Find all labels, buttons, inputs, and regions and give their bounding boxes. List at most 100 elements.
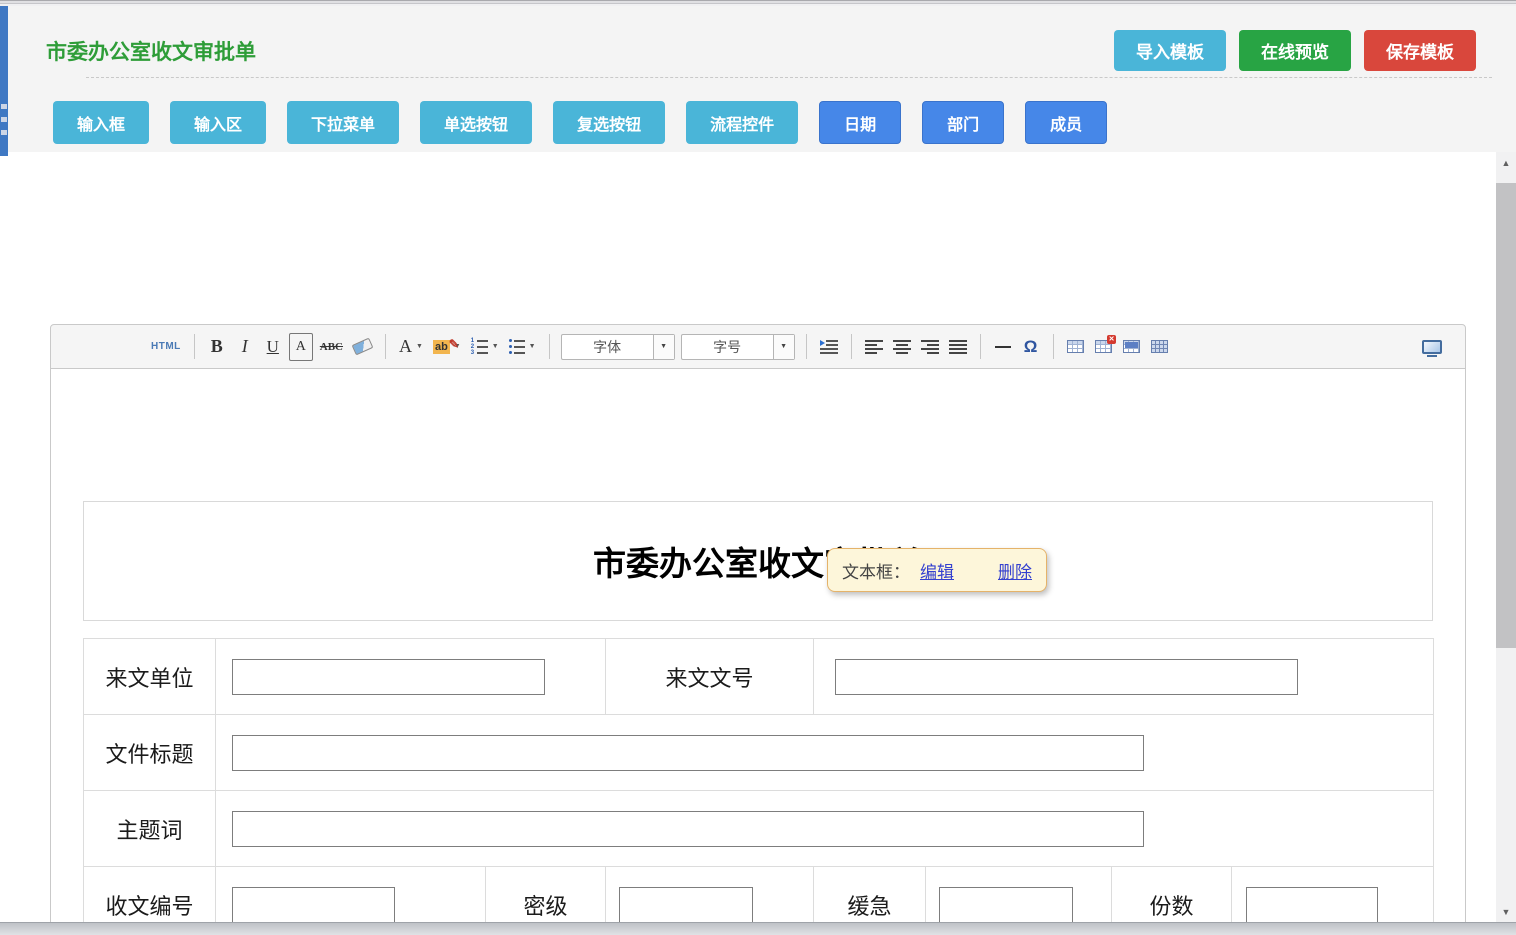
bold-button[interactable]: B (205, 333, 229, 361)
form-table: 来文单位 来文文号 文件标题 主题词 (83, 638, 1434, 935)
urgency-input[interactable] (939, 887, 1073, 923)
copies-input[interactable] (1246, 887, 1378, 923)
source-code-button[interactable]: HTML (148, 333, 184, 361)
toolbar-separator (851, 334, 852, 359)
align-center-button[interactable] (890, 333, 914, 361)
table-cells-button[interactable] (1148, 333, 1172, 361)
align-justify-button[interactable] (946, 333, 970, 361)
subject-words-input[interactable] (232, 811, 1144, 847)
fullscreen-button[interactable] (1419, 333, 1445, 361)
online-preview-button[interactable]: 在线预览 (1239, 30, 1351, 71)
tooltip-label: 文本框： (842, 558, 910, 583)
label-doc-number: 来文文号 (606, 639, 814, 715)
toolbar-separator (806, 334, 807, 359)
main-panel: HTML B I U A ABC A▼ ab▼ 123 ▼ ▼ (8, 152, 1516, 922)
insert-table-button[interactable] (1064, 333, 1088, 361)
label-source-unit: 来文单位 (84, 639, 216, 715)
source-unit-input[interactable] (232, 659, 545, 695)
font-family-label: 字体 (562, 335, 653, 359)
header: 市委办公室收文审批单 导入模板 在线预览 保存模板 输入框 输入区 下拉菜单 单… (8, 6, 1516, 152)
cell-doc-number (814, 639, 1434, 715)
strikethrough-button[interactable]: ABC (317, 333, 346, 361)
table-properties-button[interactable] (1120, 333, 1144, 361)
widget-button-flow-control[interactable]: 流程控件 (686, 101, 798, 144)
table-cells-icon (1151, 340, 1168, 353)
toolbar-separator (980, 334, 981, 359)
sliver-mark (1, 117, 7, 122)
table-row: 主题词 (84, 791, 1434, 867)
fullscreen-monitor-icon (1422, 340, 1442, 354)
underline-button[interactable]: U (261, 333, 285, 361)
cell-doc-title (216, 715, 1434, 791)
widget-button-member[interactable]: 成员 (1025, 101, 1107, 144)
form-title-box: 市委办公室收文审批单 (83, 501, 1433, 621)
page-title: 市委办公室收文审批单 (46, 36, 256, 66)
table-row: 来文单位 来文文号 (84, 639, 1434, 715)
indent-icon (820, 340, 838, 354)
font-color-icon: A (399, 336, 412, 357)
font-color-button[interactable]: A▼ (396, 333, 426, 361)
delete-link[interactable]: 删除 (998, 558, 1032, 583)
import-template-button[interactable]: 导入模板 (1114, 30, 1226, 71)
save-template-button[interactable]: 保存模板 (1364, 30, 1476, 71)
special-char-button[interactable]: Ω (1019, 333, 1043, 361)
chevron-down-icon: ▼ (773, 335, 794, 359)
highlight-color-icon: ab (433, 340, 450, 354)
widget-button-radio[interactable]: 单选按钮 (420, 101, 532, 144)
highlight-color-button[interactable]: ab▼ (430, 333, 464, 361)
remove-format-button[interactable] (350, 333, 375, 361)
widget-button-dropdown-menu[interactable]: 下拉菜单 (287, 101, 399, 144)
textbox-edit-tooltip: 文本框： 编辑 删除 (827, 548, 1047, 592)
font-size-label: 字号 (682, 335, 773, 359)
align-right-button[interactable] (918, 333, 942, 361)
widget-button-checkbox[interactable]: 复选按钮 (553, 101, 665, 144)
italic-button[interactable]: I (233, 333, 257, 361)
unordered-list-button[interactable]: ▼ (506, 333, 539, 361)
cell-source-unit (216, 639, 606, 715)
horizontal-rule-button[interactable] (991, 333, 1015, 361)
sliver-mark (1, 130, 7, 135)
doc-number-input[interactable] (835, 659, 1298, 695)
align-left-button[interactable] (862, 333, 886, 361)
label-subject-words: 主题词 (84, 791, 216, 867)
chevron-down-icon: ▼ (529, 343, 536, 350)
table-row: 文件标题 (84, 715, 1434, 791)
window-bottom-edge (0, 922, 1516, 935)
toolbar-separator (1053, 334, 1054, 359)
secrecy-level-input[interactable] (619, 887, 753, 923)
ordered-list-icon: 123 (471, 339, 488, 355)
font-size-select[interactable]: 字号 ▼ (681, 334, 795, 360)
doc-title-input[interactable] (232, 735, 1144, 771)
scroll-up-arrow[interactable]: ▲ (1496, 154, 1516, 171)
widget-button-input-area[interactable]: 输入区 (170, 101, 266, 144)
align-center-icon (893, 340, 911, 354)
scrollbar-thumb[interactable] (1496, 183, 1516, 648)
edit-link[interactable]: 编辑 (920, 558, 954, 583)
editor-content[interactable]: 市委办公室收文审批单 来文单位 来文文号 (50, 369, 1466, 935)
horizontal-rule-icon (995, 346, 1011, 348)
widget-toolbar: 输入框 输入区 下拉菜单 单选按钮 复选按钮 流程控件 日期 部门 成员 (53, 101, 1107, 144)
toolbar-separator (549, 334, 550, 359)
background-window-sliver (0, 6, 8, 156)
indent-button[interactable] (817, 333, 841, 361)
ordered-list-button[interactable]: 123 ▼ (468, 333, 502, 361)
align-right-icon (921, 340, 939, 354)
header-actions: 导入模板 在线预览 保存模板 (1114, 30, 1476, 71)
delete-table-icon (1095, 340, 1112, 353)
widget-button-date[interactable]: 日期 (819, 101, 901, 144)
receipt-number-input[interactable] (232, 887, 395, 923)
table-properties-icon (1123, 340, 1140, 353)
chevron-down-icon: ▼ (416, 343, 423, 350)
align-justify-icon (949, 340, 967, 354)
toolbar-separator (385, 334, 386, 359)
widget-button-input-box[interactable]: 输入框 (53, 101, 149, 144)
widget-button-department[interactable]: 部门 (922, 101, 1004, 144)
quick-format-button[interactable]: A (289, 333, 313, 361)
header-divider (86, 77, 1492, 78)
scroll-down-arrow[interactable]: ▼ (1496, 903, 1516, 920)
font-family-select[interactable]: 字体 ▼ (561, 334, 675, 360)
editor-toolbar: HTML B I U A ABC A▼ ab▼ 123 ▼ ▼ (50, 324, 1466, 369)
vertical-scrollbar[interactable]: ▲ ▼ (1496, 152, 1516, 922)
chevron-down-icon: ▼ (492, 343, 499, 350)
delete-table-button[interactable] (1092, 333, 1116, 361)
